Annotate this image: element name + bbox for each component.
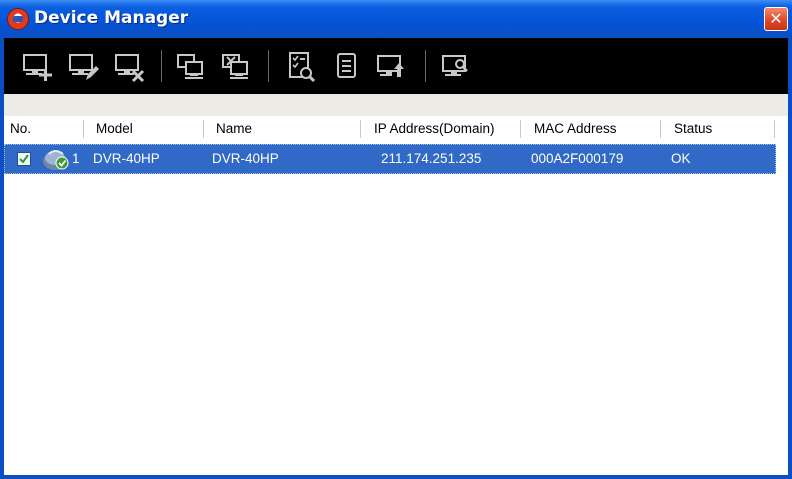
column-divider[interactable] <box>360 120 361 138</box>
dvr-device-icon <box>43 150 69 170</box>
disconnect-device-icon <box>222 54 248 79</box>
window-frame-bottom <box>0 475 792 479</box>
edit-device-button[interactable] <box>64 47 102 85</box>
add-device-button[interactable] <box>18 47 56 85</box>
column-divider[interactable] <box>520 120 521 138</box>
column-header-mac-address[interactable]: MAC Address <box>534 116 617 142</box>
cell-ip-address: 211.174.251.235 <box>381 151 482 166</box>
connect-device-icon <box>177 54 203 79</box>
cell-name: DVR-40HP <box>212 151 279 166</box>
device-manager-window: Device Manager ✕ No. Model Name IP Addre… <box>0 0 792 479</box>
toolbar-separator <box>268 50 269 82</box>
device-list-button[interactable] <box>328 47 366 85</box>
cell-status: OK <box>671 151 691 166</box>
edit-device-icon <box>69 54 99 80</box>
column-header-ip-address[interactable]: IP Address(Domain) <box>374 116 495 142</box>
search-device-icon <box>442 55 468 76</box>
device-checklist-icon <box>289 52 316 83</box>
upgrade-device-icon <box>377 55 404 77</box>
checkmark-icon <box>19 154 29 164</box>
connect-device-button[interactable] <box>172 47 210 85</box>
close-button[interactable]: ✕ <box>764 7 788 31</box>
toolbar-band <box>4 94 788 116</box>
table-header: No. Model Name IP Address(Domain) MAC Ad… <box>4 116 788 142</box>
cell-no: 1 <box>72 151 80 166</box>
column-header-no[interactable]: No. <box>10 116 31 142</box>
device-checkbox[interactable] <box>17 152 31 166</box>
upgrade-device-button[interactable] <box>372 47 410 85</box>
column-header-status[interactable]: Status <box>674 116 712 142</box>
toolbar <box>4 38 788 94</box>
window-title: Device Manager <box>34 8 189 28</box>
device-checklist-button[interactable] <box>282 47 320 85</box>
device-list-icon <box>337 53 356 78</box>
cell-model: DVR-40HP <box>93 151 160 166</box>
search-device-button[interactable] <box>437 47 475 85</box>
table-row[interactable]: 1 DVR-40HP DVR-40HP 211.174.251.235 000A… <box>4 144 776 174</box>
cell-mac-address: 000A2F000179 <box>531 151 624 166</box>
disconnect-device-button[interactable] <box>217 47 255 85</box>
toolbar-separator <box>425 50 426 82</box>
column-header-model[interactable]: Model <box>96 116 133 142</box>
add-device-icon <box>23 54 52 81</box>
column-header-name[interactable]: Name <box>216 116 252 142</box>
column-divider[interactable] <box>774 120 775 138</box>
window-frame-right <box>788 38 792 479</box>
column-divider[interactable] <box>203 120 204 138</box>
delete-device-icon <box>115 54 145 83</box>
delete-device-button[interactable] <box>110 47 148 85</box>
column-divider[interactable] <box>83 120 84 138</box>
toolbar-separator <box>161 50 162 82</box>
column-divider[interactable] <box>660 120 661 138</box>
title-bar[interactable]: Device Manager ✕ <box>0 0 792 38</box>
app-logo-icon <box>8 9 28 29</box>
